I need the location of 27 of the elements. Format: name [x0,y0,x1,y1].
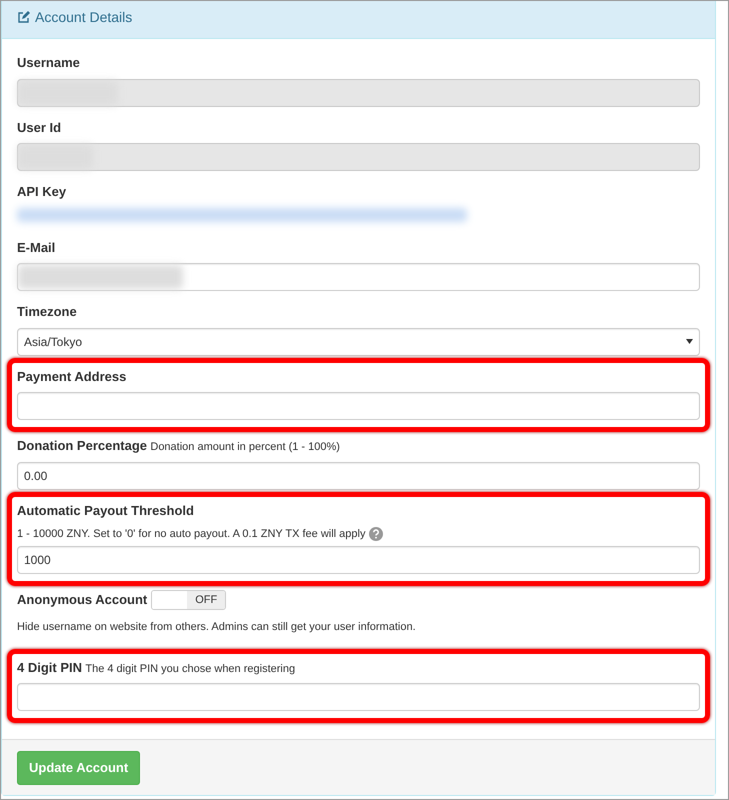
timezone-select[interactable]: Asia/Tokyo [17,328,700,356]
field-label: E-Mail [17,238,56,256]
field-label: User Id [17,118,62,136]
edit-icon [17,11,30,24]
caret-icon [686,339,693,344]
field-label: API Key [17,183,66,201]
field-label: Timezone [17,303,77,321]
input-field[interactable] [17,263,700,291]
field-label: Username [17,54,80,72]
help-text: Hide username on website from others. Admins can still get your user information. [17,620,416,635]
input-field[interactable]: 0.00 [17,462,700,490]
field-label: Payment Address [17,368,126,386]
input-field[interactable] [17,78,700,106]
help-icon[interactable] [369,527,384,542]
input-field[interactable] [17,143,700,171]
panel-title: Account Details [35,8,132,27]
field-label: Donation Percentage [17,437,148,455]
input-field[interactable] [17,392,700,420]
field-hint: The 4 digit PIN you chose when registering [85,662,296,674]
input-field[interactable] [17,683,700,711]
toggle-switch[interactable]: OFF [151,590,226,610]
field-label: 4 Digit PIN [17,658,82,677]
help-text: 1 - 10000 ZNY. Set to '0' for no auto payout. A 0.1 ZNY TX fee will apply [17,527,366,542]
field-hint: Donation amount in percent (1 - 100%) [150,441,340,453]
field-label: Anonymous Account [17,590,148,609]
input-field[interactable]: 1000 [17,546,700,574]
field-label: Automatic Payout Threshold [17,502,194,520]
